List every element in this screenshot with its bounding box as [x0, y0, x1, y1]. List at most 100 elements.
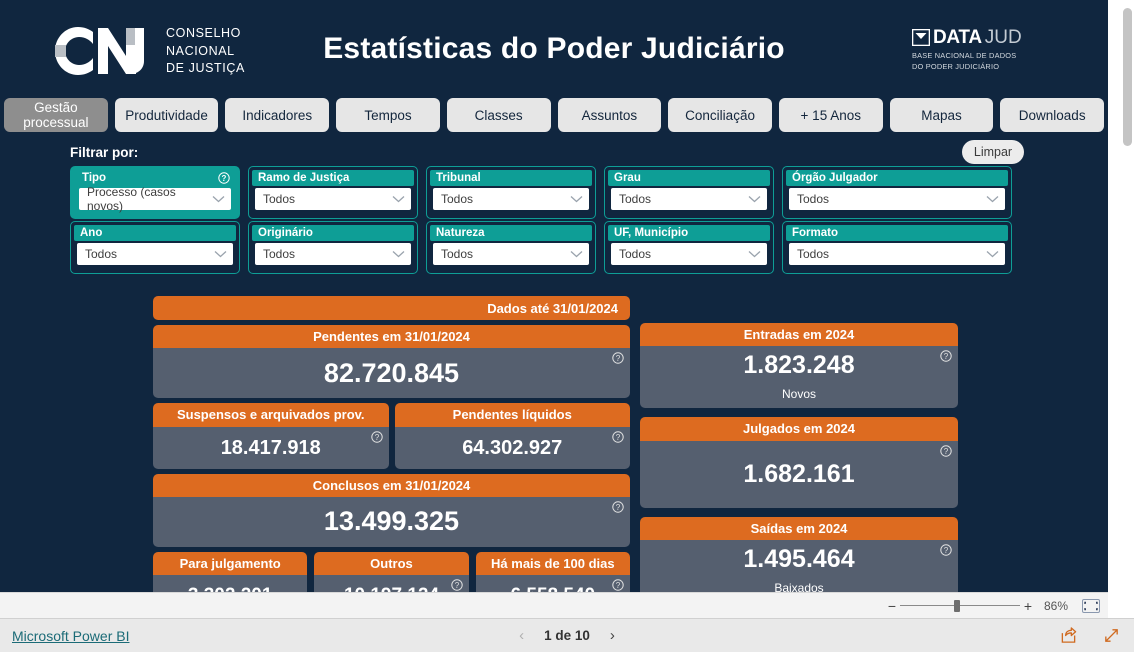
filter-card-orgao-julgador[interactable]: Órgão Julgador Todos [782, 166, 1012, 219]
help-icon[interactable]: ? [940, 544, 952, 556]
kpi-row-conclusos-breakdown: Para julgamento 3.302.201 Outros ? 1 [153, 551, 630, 592]
kpi-card-outros[interactable]: Outros ? 10.197.124 [314, 551, 469, 592]
chevron-down-icon[interactable] [748, 250, 761, 258]
chevron-down-icon[interactable] [570, 195, 583, 203]
nav-tab-gest-o-processual[interactable]: Gestão processual [4, 98, 108, 132]
chevron-down-icon[interactable] [748, 195, 761, 203]
filter-section-label: Filtrar por: [70, 145, 139, 160]
filter-value-text: Todos [441, 192, 474, 206]
zoom-percent-label: 86% [1043, 598, 1069, 613]
filter-title-tipo: Tipo? [74, 170, 236, 186]
svg-text:?: ? [944, 447, 949, 456]
report-canvas: CONSELHO NACIONAL DE JUSTIÇA Estatística… [0, 0, 1108, 592]
filter-card-tipo[interactable]: Tipo? Processo (casos novos) [70, 166, 240, 219]
kpi-card-suspensos[interactable]: Suspensos e arquivados prov. ? 18.417.91… [153, 403, 389, 469]
kpi-value-pendentes: 82.720.845 [323, 357, 460, 388]
fit-to-page-icon[interactable] [1082, 598, 1100, 613]
help-icon[interactable]: ? [612, 352, 624, 364]
filter-select-tribunal[interactable]: Todos [433, 188, 589, 210]
kpi-card-saidas[interactable]: Saídas em 2024 ? 1.495.464 Baixados [640, 516, 958, 592]
chevron-down-icon[interactable] [986, 250, 999, 258]
chevron-down-icon[interactable] [214, 250, 227, 258]
chevron-down-icon[interactable] [392, 250, 405, 258]
kpi-title-saidas: Saídas em 2024 [640, 516, 958, 540]
kpi-card-julgados[interactable]: Julgados em 2024 ? 1.682.161 [640, 417, 958, 508]
help-icon[interactable]: ? [612, 579, 624, 591]
share-icon[interactable] [1060, 627, 1077, 644]
kpi-card-pendentes-liquidos[interactable]: Pendentes líquidos ? 64.302.927 [394, 403, 630, 469]
kpi-card-pendentes[interactable]: Pendentes em 31/01/2024 ? 82.720.845 [153, 325, 630, 399]
filter-card-tribunal[interactable]: Tribunal Todos [426, 166, 596, 219]
zoom-in-button[interactable]: + [1020, 598, 1036, 614]
previous-page-button[interactable]: ‹ [519, 627, 524, 644]
filter-title-text: Ano [80, 227, 103, 239]
nav-tab-assuntos[interactable]: Assuntos [557, 98, 662, 132]
filter-select-tipo[interactable]: Processo (casos novos) [79, 185, 231, 213]
chevron-down-icon[interactable] [392, 195, 405, 203]
nav-tab-concilia-o[interactable]: Conciliação [668, 98, 772, 132]
kpi-title-suspensos: Suspensos e arquivados prov. [153, 403, 389, 427]
vertical-scrollbar[interactable] [1120, 0, 1134, 618]
kpi-title-julgados: Julgados em 2024 [640, 417, 958, 441]
nav-tab-mapas[interactable]: Mapas [889, 98, 994, 132]
filter-card-uf-municipio[interactable]: UF, Município Todos [604, 221, 774, 274]
filter-select-natureza[interactable]: Todos [433, 243, 589, 265]
filter-select-uf-municipio[interactable]: Todos [611, 243, 767, 265]
chevron-down-icon[interactable] [570, 250, 583, 258]
kpi-body-conclusos: ? 13.499.325 [153, 496, 630, 547]
filter-title-ramo-de-justica: Ramo de Justiça [252, 170, 414, 186]
nav-tab-indicadores[interactable]: Indicadores [225, 98, 330, 132]
kpi-body-mais-100-dias: ? 6.558.540 [475, 575, 630, 592]
kpi-area: Dados até 31/01/2024 Pendentes em 31/01/… [0, 296, 1108, 592]
fullscreen-icon[interactable] [1103, 627, 1120, 644]
filter-select-ano[interactable]: Todos [77, 243, 233, 265]
filter-title-text: Originário [258, 227, 313, 239]
kpi-sub-saidas: Baixados [774, 580, 824, 592]
svg-text:?: ? [944, 546, 949, 555]
kpi-card-mais-100-dias[interactable]: Há mais de 100 dias ? 6.558.540 [475, 551, 630, 592]
filter-select-orgao-julgador[interactable]: Todos [789, 188, 1005, 210]
filter-select-ramo-de-justica[interactable]: Todos [255, 188, 411, 210]
chevron-down-icon[interactable] [986, 195, 999, 203]
svg-text:?: ? [944, 352, 949, 361]
next-page-button[interactable]: › [610, 627, 615, 644]
kpi-body-suspensos: ? 18.417.918 [153, 426, 389, 469]
help-icon[interactable]: ? [370, 430, 383, 443]
filter-card-ano[interactable]: Ano Todos [70, 221, 240, 274]
datajud-subtitle-line1: BASE NACIONAL DE DADOS [912, 51, 1017, 60]
filter-select-grau[interactable]: Todos [611, 188, 767, 210]
filter-card-originario[interactable]: Originário Todos [248, 221, 418, 274]
filter-card-grau[interactable]: Grau Todos [604, 166, 774, 219]
filter-card-natureza[interactable]: Natureza Todos [426, 221, 596, 274]
filter-select-formato[interactable]: Todos [789, 243, 1005, 265]
chevron-down-icon[interactable] [212, 195, 225, 203]
nav-tab-15-anos[interactable]: + 15 Anos [778, 98, 883, 132]
nav-tab-produtividade[interactable]: Produtividade [114, 98, 219, 132]
kpi-card-conclusos[interactable]: Conclusos em 31/01/2024 ? 13.499.325 [153, 473, 630, 547]
filter-card-ramo-de-justica[interactable]: Ramo de Justiça Todos [248, 166, 418, 219]
kpi-body-pendentes: ? 82.720.845 [153, 348, 630, 399]
help-icon[interactable]: ? [940, 444, 952, 457]
vertical-scrollbar-thumb[interactable] [1123, 8, 1132, 146]
zoom-out-button[interactable]: − [884, 598, 900, 614]
zoom-slider-thumb[interactable] [954, 599, 960, 612]
kpi-card-entradas[interactable]: Entradas em 2024 ? 1.823.248 Novos [640, 323, 958, 409]
kpi-card-para-julgamento[interactable]: Para julgamento 3.302.201 [153, 551, 308, 592]
kpi-title-mais-100-dias: Há mais de 100 dias [475, 551, 630, 576]
zoom-slider[interactable] [900, 599, 1020, 613]
nav-tab-downloads[interactable]: Downloads [1000, 98, 1105, 132]
help-icon[interactable]: ? [940, 350, 952, 362]
help-icon[interactable]: ? [450, 579, 463, 591]
filter-select-originario[interactable]: Todos [255, 243, 411, 265]
nav-tab-classes[interactable]: Classes [446, 98, 551, 132]
filter-value-text: Todos [441, 247, 474, 261]
help-icon[interactable]: ? [612, 430, 624, 443]
filter-title-text: Órgão Julgador [792, 172, 878, 184]
help-icon[interactable]: ? [218, 172, 230, 184]
help-icon[interactable]: ? [612, 501, 624, 513]
clear-filters-button[interactable]: Limpar [962, 140, 1024, 164]
canvas-right-gutter [1108, 0, 1120, 618]
nav-tab-tempos[interactable]: Tempos [336, 98, 440, 132]
filter-card-formato[interactable]: Formato Todos [782, 221, 1012, 274]
filter-title-orgao-julgador: Órgão Julgador [786, 170, 1008, 186]
